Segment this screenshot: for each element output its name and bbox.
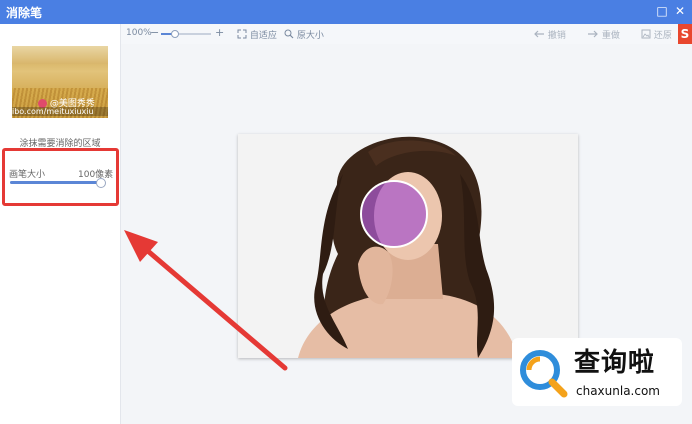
zoom-slider[interactable]	[161, 30, 211, 38]
zoom-out-button[interactable]: −	[150, 26, 159, 39]
brush-size-label: 画笔大小	[9, 170, 46, 180]
fit-label: 自适应	[249, 31, 277, 41]
preview-sky	[12, 46, 108, 64]
redo-button[interactable]: 重做	[587, 28, 620, 41]
brush-size-slider[interactable]	[10, 181, 106, 184]
restore-icon	[641, 29, 651, 39]
eraser-brush-cursor	[360, 180, 428, 248]
left-panel: @美图秀秀 ibo.com/meituxiuxiu 涂抹需要消除的区域	[0, 24, 121, 424]
zoom-slider-handle[interactable]	[171, 30, 179, 38]
fit-button[interactable]: 自适应	[237, 28, 277, 41]
portrait-illustration	[238, 134, 578, 358]
fit-icon	[237, 29, 247, 39]
brush-size-slider-fill	[10, 181, 102, 184]
zoom-percent: 100%	[126, 28, 152, 38]
undo-arrow-icon	[534, 30, 544, 38]
magnifier-icon	[284, 29, 294, 39]
redo-arrow-icon	[588, 30, 598, 38]
photo-canvas[interactable]	[238, 134, 578, 358]
window-title: 消除笔	[6, 6, 43, 20]
toolbar: 100% − + 自适应 原大小 撤销 重做 还原	[121, 24, 692, 44]
undo-label: 撤销	[547, 31, 566, 41]
preview-watermark-url: ibo.com/meituxiuxiu	[12, 107, 108, 116]
zoom-in-button[interactable]: +	[215, 26, 224, 39]
redo-label: 重做	[601, 31, 620, 41]
original-size-button[interactable]: 原大小	[284, 28, 324, 41]
close-button[interactable]: ✕	[672, 3, 688, 19]
original-size-label: 原大小	[296, 31, 324, 41]
watermark-logo-url: chaxunla.com	[576, 384, 660, 398]
watermark-logo-text: 查询啦	[574, 348, 656, 378]
brand-badge: S	[678, 24, 692, 44]
restore-label: 还原	[653, 31, 672, 41]
search-logo-icon	[520, 350, 568, 398]
undo-button[interactable]: 撤销	[533, 28, 566, 41]
title-bar: 消除笔 □ ✕	[0, 0, 692, 24]
preview-thumbnail: @美图秀秀 ibo.com/meituxiuxiu	[12, 46, 108, 118]
brush-size-value: 100像素	[78, 170, 114, 180]
restore-button[interactable]: 还原	[641, 28, 672, 41]
maximize-button[interactable]: □	[654, 3, 670, 19]
